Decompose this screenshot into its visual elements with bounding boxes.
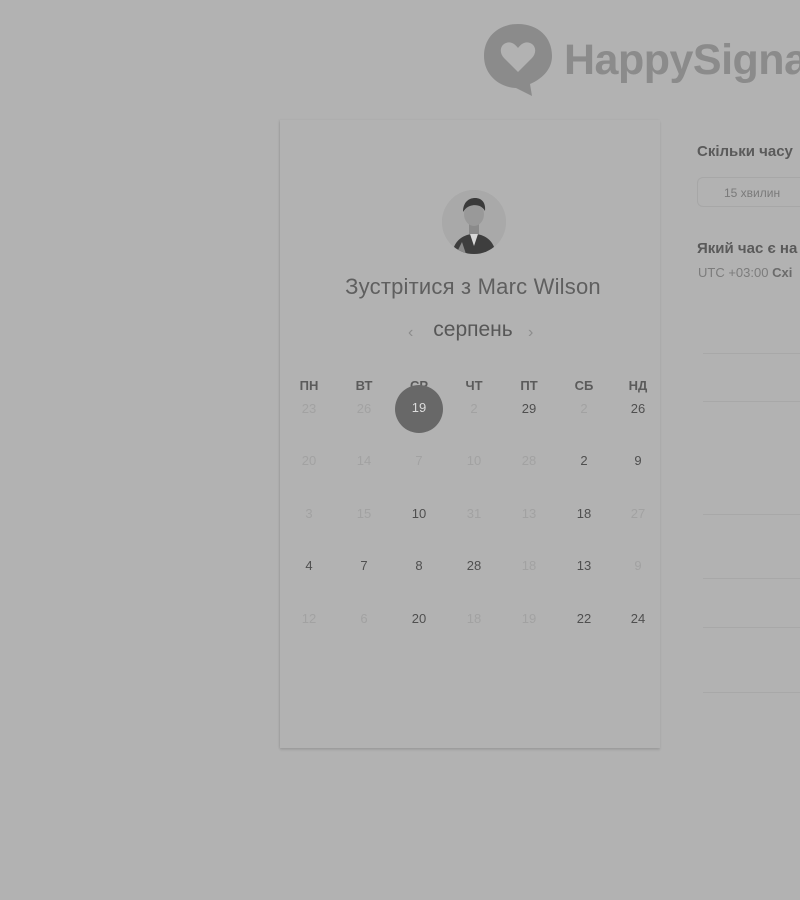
next-month-button[interactable]: › [528, 323, 533, 343]
unavailable-date: 27 [630, 506, 646, 521]
duration-question: Скільки часу [697, 143, 793, 160]
heart-speech-bubble-icon [484, 24, 552, 96]
weekday-header: ПНВТСРЧТПТСБНД [282, 378, 666, 398]
time-slot-divider [703, 401, 800, 402]
person-portrait-icon [442, 190, 506, 254]
available-date[interactable]: 9 [611, 450, 665, 472]
meeting-title-prefix: Зустрітися з [345, 274, 472, 299]
unavailable-date: 12 [301, 611, 317, 626]
meeting-title: Зустрітися з Marc Wilson [280, 274, 666, 300]
time-slot-divider [703, 627, 800, 628]
time-slot-divider [703, 578, 800, 579]
unavailable-date: 2 [470, 401, 478, 416]
available-date[interactable]: 22 [557, 608, 611, 630]
timezone-name: Схі [772, 265, 793, 280]
time-slot-divider [703, 353, 800, 354]
unavailable-date: 10 [466, 453, 482, 468]
time-slot-divider [703, 692, 800, 693]
duration-select[interactable]: 15 хвилин [697, 177, 800, 207]
timezone-offset: UTC +03:00 [698, 265, 769, 280]
available-date[interactable]: 28 [447, 555, 501, 577]
calendar-panel: Зустрітися з Marc Wilson ‹ серпень › ПН В… [280, 120, 660, 748]
weekday-label: СБ [574, 378, 594, 393]
unavailable-date: 31 [466, 506, 482, 521]
weekday-label: ПН [299, 378, 319, 393]
happysignals-logo: HappySigna [482, 20, 800, 100]
available-date[interactable]: 24 [611, 608, 665, 630]
unavailable-date: 6 [360, 611, 368, 626]
unavailable-date: 14 [356, 453, 372, 468]
timezone-selector[interactable]: UTC +03:00 Схі [698, 265, 792, 280]
unavailable-date: 9 [634, 558, 642, 573]
unavailable-date: 2 [580, 401, 588, 416]
host-name: Marc Wilson [477, 274, 601, 299]
unavailable-date: 18 [466, 611, 482, 626]
available-date[interactable]: 2 [557, 450, 611, 472]
unavailable-date: 18 [521, 558, 537, 573]
unavailable-date: 15 [356, 506, 372, 521]
available-date[interactable]: 10 [392, 503, 446, 525]
host-avatar [442, 190, 506, 254]
unavailable-date: 28 [521, 453, 537, 468]
weekday-label: ВТ [355, 378, 373, 393]
available-date[interactable]: 18 [557, 503, 611, 525]
weekday-label: НД [628, 378, 648, 393]
time-question: Який час є на [697, 240, 798, 257]
available-date[interactable]: 29 [502, 398, 556, 420]
weekday-label: ПТ [520, 378, 538, 393]
current-month: серпень [433, 318, 513, 341]
unavailable-date: 7 [415, 453, 423, 468]
unavailable-date: 26 [356, 401, 372, 416]
weekday-label: ЧТ [465, 378, 483, 393]
time-slot-divider [703, 514, 800, 515]
unavailable-date: 3 [305, 506, 313, 521]
available-date[interactable]: 13 [557, 555, 611, 577]
unavailable-date: 19 [521, 611, 537, 626]
available-date[interactable]: 20 [392, 608, 446, 630]
unavailable-date: 13 [521, 506, 537, 521]
unavailable-date: 23 [301, 401, 317, 416]
brand-name: HappySigna [564, 36, 800, 84]
available-date[interactable]: 7 [337, 555, 391, 577]
available-date[interactable]: 8 [392, 555, 446, 577]
unavailable-date: 20 [301, 453, 317, 468]
available-date[interactable]: 26 [611, 398, 665, 420]
available-date[interactable]: 4 [282, 555, 336, 577]
selected-date[interactable]: 19 [395, 385, 443, 433]
